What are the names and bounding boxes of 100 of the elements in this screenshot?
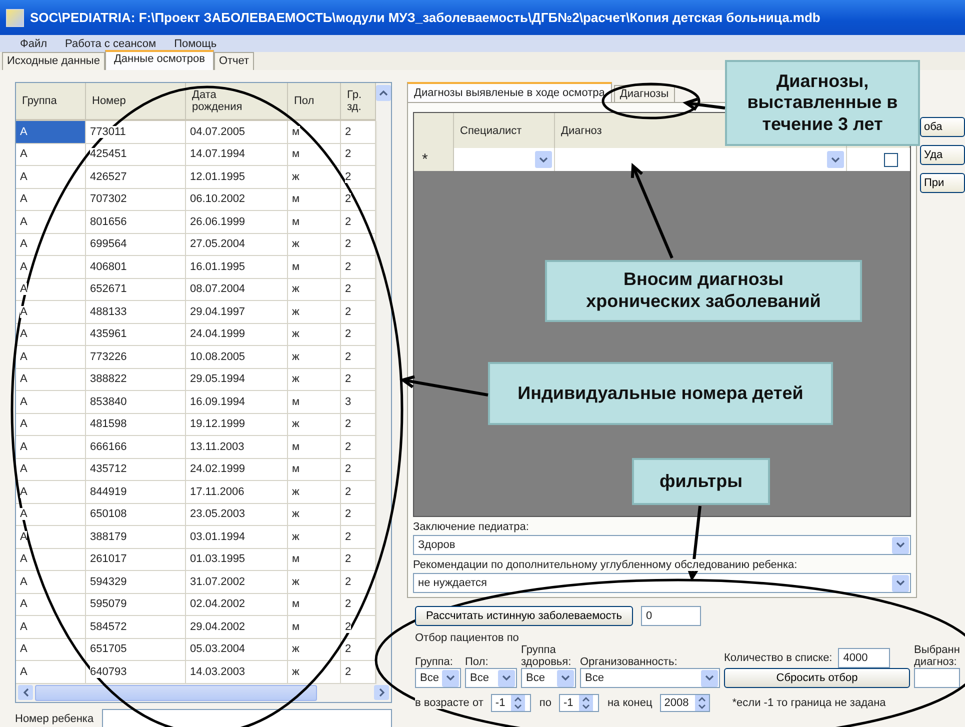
table-cell[interactable]: А <box>16 121 86 144</box>
table-cell[interactable]: А <box>16 548 86 571</box>
table-cell: 844919 <box>86 481 186 504</box>
table-cell: 05.03.2004 <box>186 638 288 661</box>
tab[interactable]: Диагнозы <box>614 85 675 102</box>
spinner-icon[interactable] <box>579 695 594 711</box>
checkbox[interactable] <box>884 152 898 166</box>
field-label: Количество в списке: <box>724 652 832 664</box>
table-cell[interactable]: А <box>16 504 86 526</box>
vertical-scrollbar[interactable] <box>376 121 391 684</box>
table-cell: м <box>288 121 341 144</box>
reset-button[interactable]: Сбросить отбор <box>724 668 910 688</box>
table-cell[interactable]: А <box>16 211 86 234</box>
table-cell: 2 <box>341 324 376 346</box>
table-cell[interactable]: А <box>16 481 86 504</box>
spin-box[interactable]: -1 <box>559 694 600 712</box>
menu-item[interactable]: Помощь <box>174 38 217 50</box>
table-cell[interactable]: А <box>16 278 86 301</box>
table-cell[interactable]: А <box>16 324 86 346</box>
dropdown[interactable]: Все <box>580 668 720 688</box>
horizontal-scrollbar[interactable] <box>16 684 391 702</box>
field-label: Номер ребенка <box>15 712 94 724</box>
table-cell: 652671 <box>86 278 186 301</box>
table-cell[interactable]: А <box>16 391 86 414</box>
table-cell: м <box>288 436 341 458</box>
table-cell: 26.06.1999 <box>186 211 288 234</box>
table-cell[interactable]: А <box>16 436 86 458</box>
table-cell: м <box>288 548 341 571</box>
table-cell: ж <box>288 346 341 368</box>
table-cell[interactable]: А <box>16 188 86 211</box>
input-field[interactable]: 0 <box>641 606 702 626</box>
table-cell: 14.07.1994 <box>186 144 288 166</box>
table-cell: 29.05.1994 <box>186 368 288 391</box>
table-cell[interactable]: А <box>16 144 86 166</box>
tab[interactable]: Отчет <box>214 52 254 70</box>
table-cell: 853840 <box>86 391 186 414</box>
spinner-icon[interactable] <box>694 695 709 711</box>
table-cell[interactable]: А <box>16 166 86 188</box>
menu-item[interactable]: Работа с сеансом <box>65 38 156 50</box>
dropdown[interactable]: не нуждается <box>413 573 911 593</box>
table-cell[interactable]: А <box>16 301 86 324</box>
table-cell[interactable]: А <box>16 616 86 638</box>
table-cell: 06.10.2002 <box>186 188 288 211</box>
scroll-left-icon[interactable] <box>18 685 33 700</box>
table-cell: 23.05.2003 <box>186 504 288 526</box>
dropdown[interactable]: Все <box>415 668 461 688</box>
table-cell[interactable]: А <box>16 661 86 684</box>
table-cell[interactable]: А <box>16 638 86 661</box>
table-cell: 426527 <box>86 166 186 188</box>
table-cell[interactable]: А <box>16 368 86 391</box>
table-cell: 2 <box>341 368 376 391</box>
table-cell: ж <box>288 414 341 436</box>
table-cell: ж <box>288 526 341 548</box>
menu-item[interactable]: Файл <box>20 38 48 50</box>
input-field[interactable] <box>102 708 392 727</box>
table-cell: ж <box>288 368 341 391</box>
tab[interactable]: Данные осмотров <box>104 50 214 70</box>
dropdown[interactable]: Здоров <box>413 535 911 555</box>
dropdown[interactable]: Все <box>465 668 517 688</box>
field-label: Выбранн диагноз: <box>914 644 960 668</box>
column-header[interactable]: Диагноз <box>561 124 602 136</box>
table-cell[interactable]: А <box>16 414 86 436</box>
table-cell[interactable]: А <box>16 256 86 278</box>
side-button[interactable]: оба <box>920 117 965 137</box>
table-cell: 651705 <box>86 638 186 661</box>
tab[interactable]: Диагнозы выявленые в ходе осмотра <box>407 82 612 102</box>
table-cell: 435961 <box>86 324 186 346</box>
table-cell[interactable]: А <box>16 234 86 256</box>
row-marker: * <box>414 148 454 171</box>
table-cell: ж <box>288 481 341 504</box>
tab[interactable]: Исходные данные <box>2 52 105 70</box>
table-cell: 666166 <box>86 436 186 458</box>
scroll-up-icon[interactable] <box>376 85 391 101</box>
table-cell[interactable]: А <box>16 346 86 368</box>
dropdown[interactable]: Все <box>521 668 576 688</box>
side-button[interactable]: При <box>920 173 965 193</box>
table-cell: ж <box>288 324 341 346</box>
input-field[interactable]: 4000 <box>838 648 890 668</box>
table-cell[interactable]: А <box>16 594 86 616</box>
side-button[interactable]: Уда <box>920 145 965 165</box>
table-cell[interactable]: А <box>16 571 86 594</box>
table-cell: 2 <box>341 661 376 684</box>
spin-box[interactable]: -1 <box>491 694 532 712</box>
table-cell: 594329 <box>86 571 186 594</box>
table-cell: м <box>288 211 341 234</box>
table-cell: 707302 <box>86 188 186 211</box>
spinner-icon[interactable] <box>511 695 526 711</box>
callout: фильтры <box>632 458 770 505</box>
table-cell: 595079 <box>86 594 186 616</box>
table-cell: ж <box>288 571 341 594</box>
table-cell[interactable]: А <box>16 458 86 481</box>
input-field[interactable] <box>914 668 960 688</box>
table-cell: 2 <box>341 414 376 436</box>
table-cell: 01.03.1995 <box>186 548 288 571</box>
table-cell: м <box>288 391 341 414</box>
table-cell: 388822 <box>86 368 186 391</box>
table-cell: 2 <box>341 526 376 548</box>
spin-box[interactable]: 2008 <box>660 694 710 712</box>
calculate-button[interactable]: Рассчитать истинную заболеваемость <box>415 606 634 626</box>
scroll-right-icon[interactable] <box>374 685 389 700</box>
